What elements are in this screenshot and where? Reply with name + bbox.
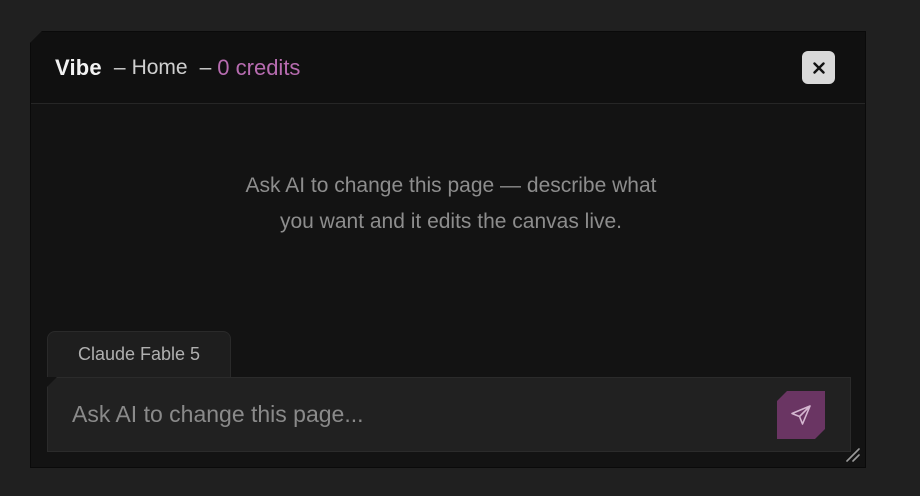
- header-title-row: Vibe – Home – 0 credits: [55, 32, 300, 104]
- panel-header: Vibe – Home – 0 credits: [31, 32, 865, 104]
- title-separator: –: [113, 56, 126, 79]
- prompt-composer: [47, 377, 851, 452]
- model-selector-label: Claude Fable 5: [77, 344, 201, 364]
- ai-chat-panel: Vibe – Home – 0 credits Ask AI to change…: [30, 31, 866, 468]
- empty-state-message: Ask AI to change this page — describe wh…: [245, 174, 657, 233]
- credits-separator: –: [199, 56, 212, 79]
- prompt-input[interactable]: [72, 378, 752, 451]
- app-title: Vibe: [55, 55, 102, 80]
- send-icon: [789, 403, 813, 427]
- credits-count: 0 credits: [217, 55, 301, 80]
- resize-handle-icon[interactable]: [844, 446, 860, 462]
- model-selector-tab[interactable]: Claude Fable 5: [47, 331, 231, 377]
- page-name: Home: [131, 56, 188, 79]
- close-button[interactable]: [802, 51, 835, 84]
- close-icon: [812, 61, 825, 74]
- send-button[interactable]: [777, 391, 825, 439]
